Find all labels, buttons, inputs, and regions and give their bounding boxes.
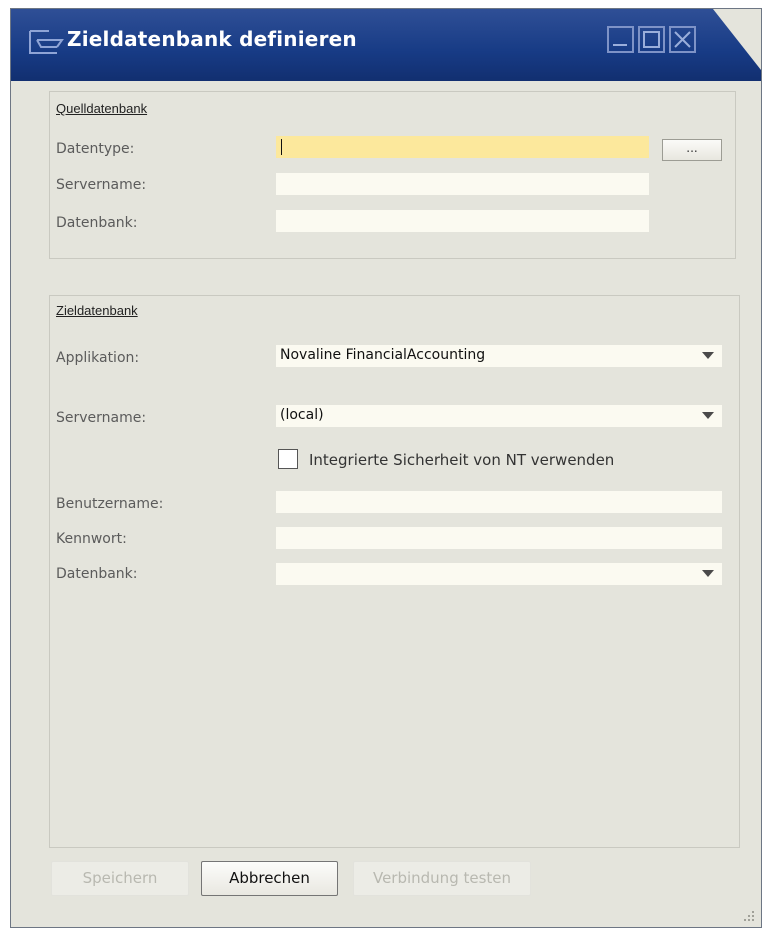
text-caret [281, 139, 282, 155]
source-db-group-title: Quelldatenbank [56, 101, 148, 116]
window-icon [29, 30, 64, 54]
resize-grip-icon[interactable] [743, 909, 755, 921]
source-database-label: Datenbank: [56, 215, 138, 231]
source-server-label: Servername: [56, 177, 147, 193]
datatype-input[interactable] [276, 136, 649, 158]
target-database-select[interactable] [276, 563, 722, 585]
minimize-button[interactable] [607, 26, 634, 53]
datatype-label: Datentype: [56, 141, 135, 157]
username-input[interactable] [276, 491, 722, 513]
window-title: Zieldatenbank definieren [67, 27, 357, 51]
title-bar[interactable]: Zieldatenbank definieren [11, 9, 761, 81]
maximize-icon [643, 31, 660, 48]
maximize-button[interactable] [638, 26, 665, 53]
target-server-select[interactable]: (local) [276, 405, 722, 427]
close-button[interactable] [669, 26, 696, 53]
application-select[interactable]: Novaline FinancialAccounting [276, 345, 722, 367]
chevron-down-icon[interactable] [702, 412, 714, 419]
browse-datatype-button[interactable]: ... [662, 139, 722, 161]
source-database-input[interactable] [276, 210, 649, 232]
nt-security-label[interactable]: Integrierte Sicherheit von NT verwenden [309, 451, 614, 469]
target-database-label: Datenbank: [56, 566, 138, 582]
cancel-button[interactable]: Abbrechen [201, 861, 338, 896]
source-server-input[interactable] [276, 173, 649, 195]
chevron-down-icon[interactable] [702, 570, 714, 577]
password-input[interactable] [276, 527, 722, 549]
username-label: Benutzername: [56, 496, 164, 512]
target-server-label: Servername: [56, 410, 147, 426]
nt-security-checkbox[interactable] [278, 449, 298, 469]
test-connection-button[interactable]: Verbindung testen [353, 861, 531, 896]
dialog-window: Zieldatenbank definieren Quelldatenbank … [10, 8, 762, 928]
password-label: Kennwort: [56, 531, 127, 547]
save-button[interactable]: Speichern [51, 861, 189, 896]
application-label: Applikation: [56, 350, 140, 366]
close-icon [674, 31, 691, 48]
target-db-group-title: Zieldatenbank [56, 303, 138, 318]
minimize-icon [613, 44, 627, 46]
chevron-down-icon[interactable] [702, 352, 714, 359]
